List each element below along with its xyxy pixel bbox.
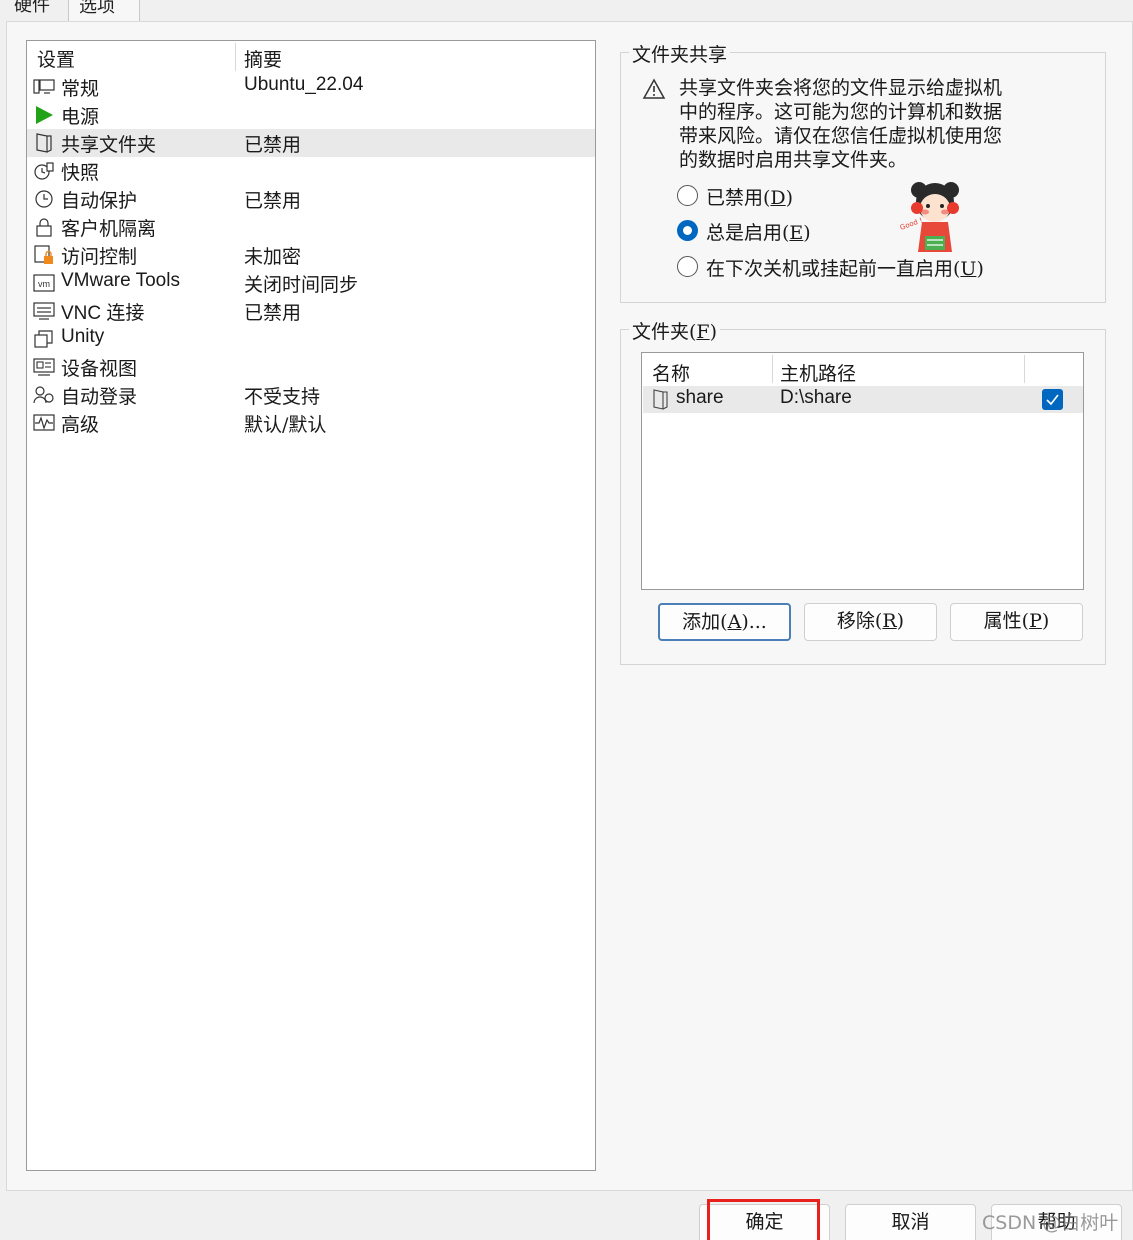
cartoon-sticker-image: Good ! <box>899 182 959 252</box>
settings-row-label: 设备视图 <box>61 358 138 380</box>
settings-row-autologin[interactable]: 自动登录 不受支持 <box>27 381 595 409</box>
folder-sharing-title: 文件夹共享 <box>629 40 731 67</box>
cancel-button[interactable]: 取消 <box>845 1204 976 1240</box>
settings-row-snapshots[interactable]: 快照 <box>27 157 595 185</box>
settings-row-summary: 关闭时间同步 <box>244 274 359 296</box>
settings-row-label: 高级 <box>61 414 100 436</box>
warning-icon <box>642 78 666 99</box>
highlight-box <box>707 1199 820 1240</box>
settings-row-summary: 默认/默认 <box>244 414 327 436</box>
folder-enabled-checkbox[interactable] <box>1042 389 1063 410</box>
power-play-icon <box>36 106 53 124</box>
settings-row-label: 访问控制 <box>61 246 138 268</box>
advanced-icon <box>33 414 55 431</box>
settings-row-power[interactable]: 电源 <box>27 101 595 129</box>
settings-row-advanced[interactable]: 高级 默认/默认 <box>27 409 595 437</box>
radio-circle-selected[interactable] <box>677 220 698 241</box>
radio-circle[interactable] <box>677 256 698 277</box>
radio-label: 在下次关机或挂起前一直启用(U) <box>706 258 984 280</box>
settings-row-autoprotect[interactable]: 自动保护 已禁用 <box>27 185 595 213</box>
folder-host-path: D:\share <box>780 387 852 408</box>
monitor-icon <box>33 79 55 94</box>
tab-options[interactable]: 选项 <box>68 0 140 22</box>
settings-row-device-view[interactable]: 设备视图 <box>27 353 595 381</box>
settings-row-label: 电源 <box>61 106 100 128</box>
svg-text:vm: vm <box>38 279 50 289</box>
settings-row-summary: 已禁用 <box>244 134 302 156</box>
settings-list[interactable]: 设置 摘要 常规 Ubuntu_22.04 电源 共享文件夹 已禁用 快照 自动… <box>26 40 596 1171</box>
clock-icon <box>35 190 53 208</box>
radio-label: 已禁用(D) <box>706 187 794 209</box>
settings-list-header: 设置 摘要 <box>27 41 595 73</box>
settings-row-guest-isolation[interactable]: 客户机隔离 <box>27 213 595 241</box>
settings-row-summary: 未加密 <box>244 246 302 268</box>
column-header-name[interactable]: 名称 <box>652 359 690 386</box>
autologin-icon <box>33 386 54 404</box>
unity-icon <box>34 330 53 348</box>
access-control-icon <box>34 245 53 264</box>
add-folder-button[interactable]: 添加(A)... <box>658 603 791 641</box>
folders-table[interactable]: 名称 主机路径 share D:\share <box>641 352 1084 590</box>
device-view-icon <box>33 358 55 376</box>
snapshot-icon <box>34 162 54 180</box>
settings-row-summary: 已禁用 <box>244 302 302 324</box>
settings-row-summary: 已禁用 <box>244 190 302 212</box>
settings-row-label: VNC 连接 <box>61 303 145 324</box>
settings-row-label: 自动保护 <box>61 190 138 212</box>
vnc-icon <box>33 302 55 320</box>
tab-hardware[interactable]: 硬件 <box>4 0 60 22</box>
radio-label: 总是启用(E) <box>706 222 811 244</box>
column-divider <box>772 355 773 383</box>
lock-icon <box>36 218 52 237</box>
settings-row-general[interactable]: 常规 Ubuntu_22.04 <box>27 73 595 101</box>
settings-row-summary: 不受支持 <box>244 386 321 408</box>
folder-sharing-warning: 共享文件夹会将您的文件显示给虚拟机中的程序。这可能为您的计算机和数据带来风险。请… <box>679 77 1003 171</box>
shared-folder-icon <box>653 389 668 410</box>
column-divider <box>1024 355 1025 383</box>
radio-disabled[interactable]: 已禁用(D) <box>677 183 807 209</box>
shared-folder-icon <box>36 133 52 153</box>
radio-always-enabled[interactable]: 总是启用(E) <box>677 218 817 244</box>
column-header-host-path[interactable]: 主机路径 <box>780 359 856 386</box>
settings-row-label: VMware Tools <box>61 270 180 291</box>
settings-row-vmware-tools[interactable]: vm VMware Tools 关闭时间同步 <box>27 269 595 297</box>
vmware-tools-icon: vm <box>33 274 55 292</box>
folders-title: 文件夹(F) <box>629 317 721 344</box>
radio-until-poweroff[interactable]: 在下次关机或挂起前一直启用(U) <box>677 254 997 280</box>
settings-row-label: 常规 <box>61 78 100 100</box>
column-header-summary[interactable]: 摘要 <box>244 45 282 72</box>
settings-row-label: 自动登录 <box>61 386 138 408</box>
radio-circle[interactable] <box>677 185 698 206</box>
table-row[interactable]: share D:\share <box>643 386 1083 413</box>
svg-text:Good !: Good ! <box>899 216 924 232</box>
folder-name: share <box>676 387 724 408</box>
tab-strip: 硬件 选项 <box>0 0 1133 22</box>
settings-row-unity[interactable]: Unity <box>27 325 595 353</box>
settings-row-label: 客户机隔离 <box>61 218 157 240</box>
column-header-setting[interactable]: 设置 <box>37 45 75 72</box>
settings-row-access-control[interactable]: 访问控制 未加密 <box>27 241 595 269</box>
settings-row-label: 共享文件夹 <box>61 134 157 156</box>
watermark-text: CSDN @白树叶 <box>982 1212 1119 1234</box>
remove-folder-button[interactable]: 移除(R) <box>804 603 937 641</box>
settings-row-summary: Ubuntu_22.04 <box>244 74 364 95</box>
settings-row-label: 快照 <box>61 162 100 184</box>
folder-properties-button[interactable]: 属性(P) <box>950 603 1083 641</box>
settings-row-label: Unity <box>61 326 105 347</box>
settings-row-vnc[interactable]: VNC 连接 已禁用 <box>27 297 595 325</box>
column-divider <box>235 43 236 71</box>
settings-row-shared-folders[interactable]: 共享文件夹 已禁用 <box>27 129 595 157</box>
